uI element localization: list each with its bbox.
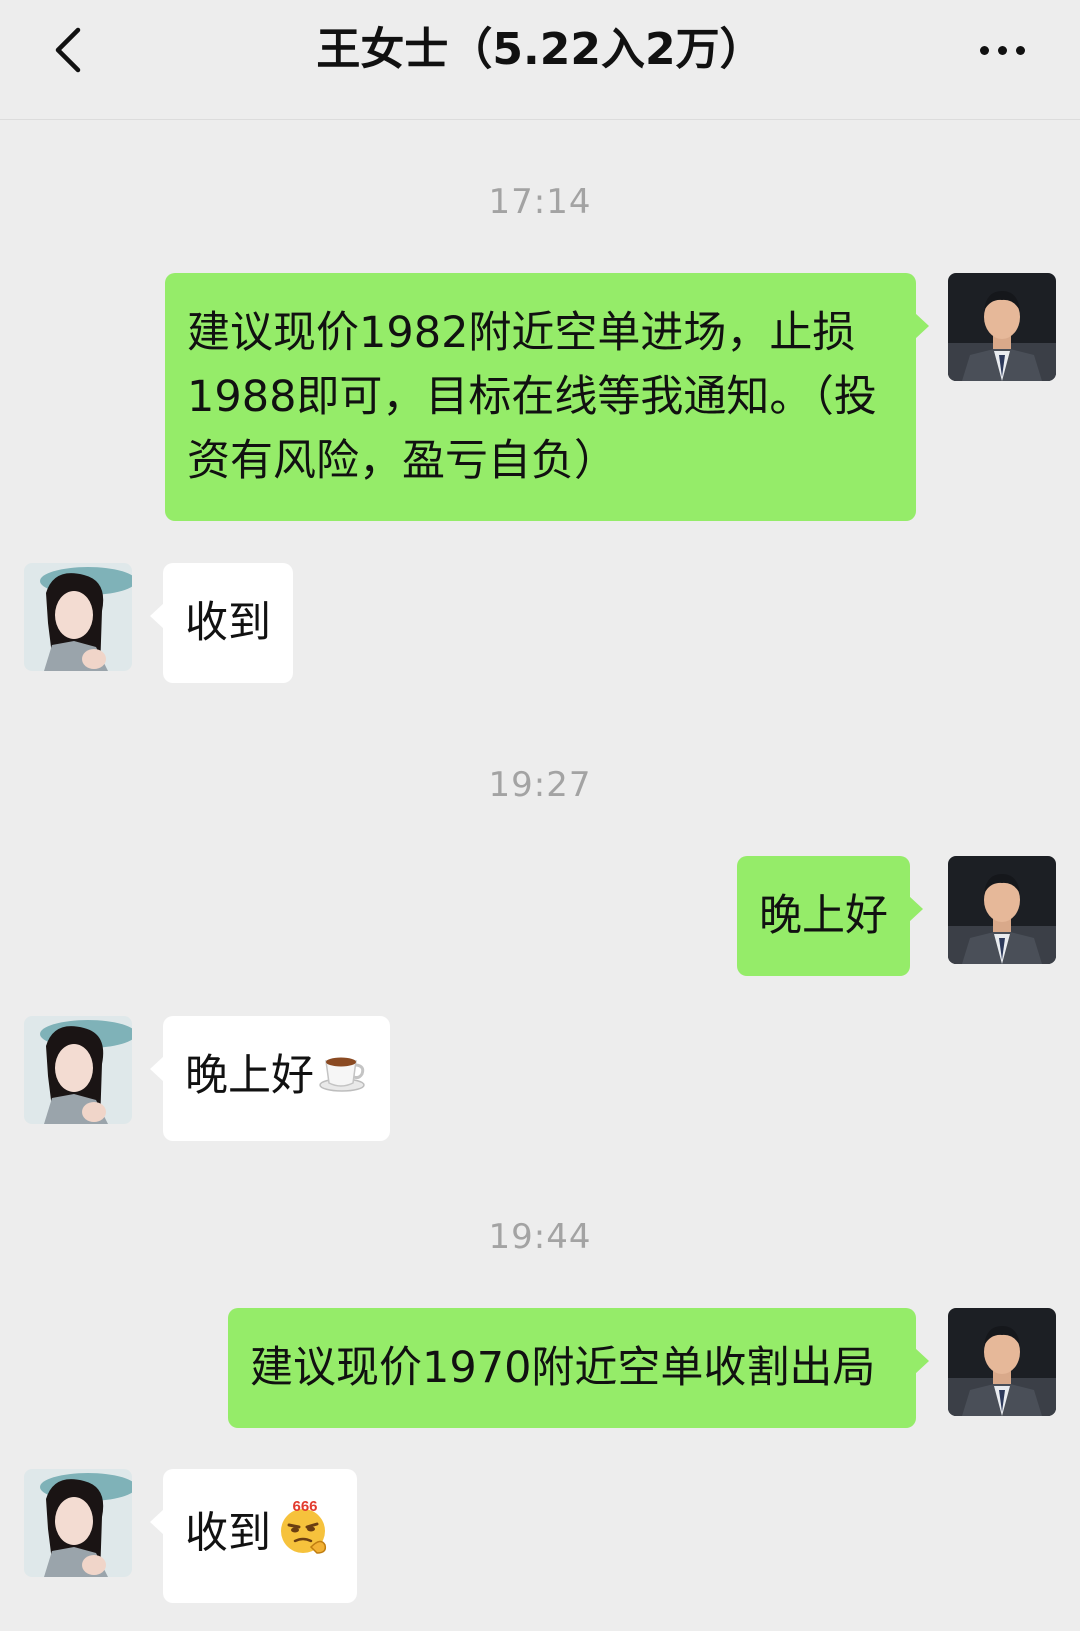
message-bubble-incoming[interactable]: 收到 [150,563,293,683]
contact-avatar[interactable] [24,1469,132,1577]
timestamp: 19:44 [488,1217,592,1257]
my-avatar[interactable] [948,856,1056,964]
chevron-left-icon [55,27,81,73]
svg-text:666: 666 [292,1498,317,1515]
contact-avatar[interactable] [24,1016,132,1124]
message-text: 建议现价1970附近空单收割出局 [250,1343,876,1393]
back-button[interactable] [44,26,92,74]
contact-avatar[interactable] [24,563,132,671]
message-bubble-outgoing[interactable]: 建议现价1970附近空单收割出局 [228,1308,929,1428]
ellipsis-icon [979,45,1025,55]
message-text: 收到 [185,598,271,648]
timestamp: 17:14 [488,182,592,222]
message-text: 晚上好 [185,1051,314,1101]
666-emoji: 666 [275,1497,335,1575]
timestamp: 19:27 [488,765,592,805]
message-text: 晚上好 [759,891,888,941]
more-button[interactable] [970,26,1034,74]
message-bubble-outgoing[interactable]: 建议现价1982附近空单进场，止损1988即可，目标在线等我通知。（投资有风险，… [165,273,929,521]
my-avatar[interactable] [948,1308,1056,1416]
message-text: 建议现价1982附近空单进场，止损1988即可，目标在线等我通知。（投资有风险，… [187,308,877,486]
chat-header: 王女士（5.22入2万） [0,0,1080,120]
message-text: 收到 [185,1508,271,1559]
chat-title: 王女士（5.22入2万） [316,24,764,75]
message-bubble-incoming[interactable]: 收到 666 [150,1469,357,1603]
message-bubble-outgoing[interactable]: 晚上好 [737,856,923,976]
coffee-emoji [318,1045,368,1113]
my-avatar[interactable] [948,273,1056,381]
message-bubble-incoming[interactable]: 晚上好 [150,1016,390,1141]
